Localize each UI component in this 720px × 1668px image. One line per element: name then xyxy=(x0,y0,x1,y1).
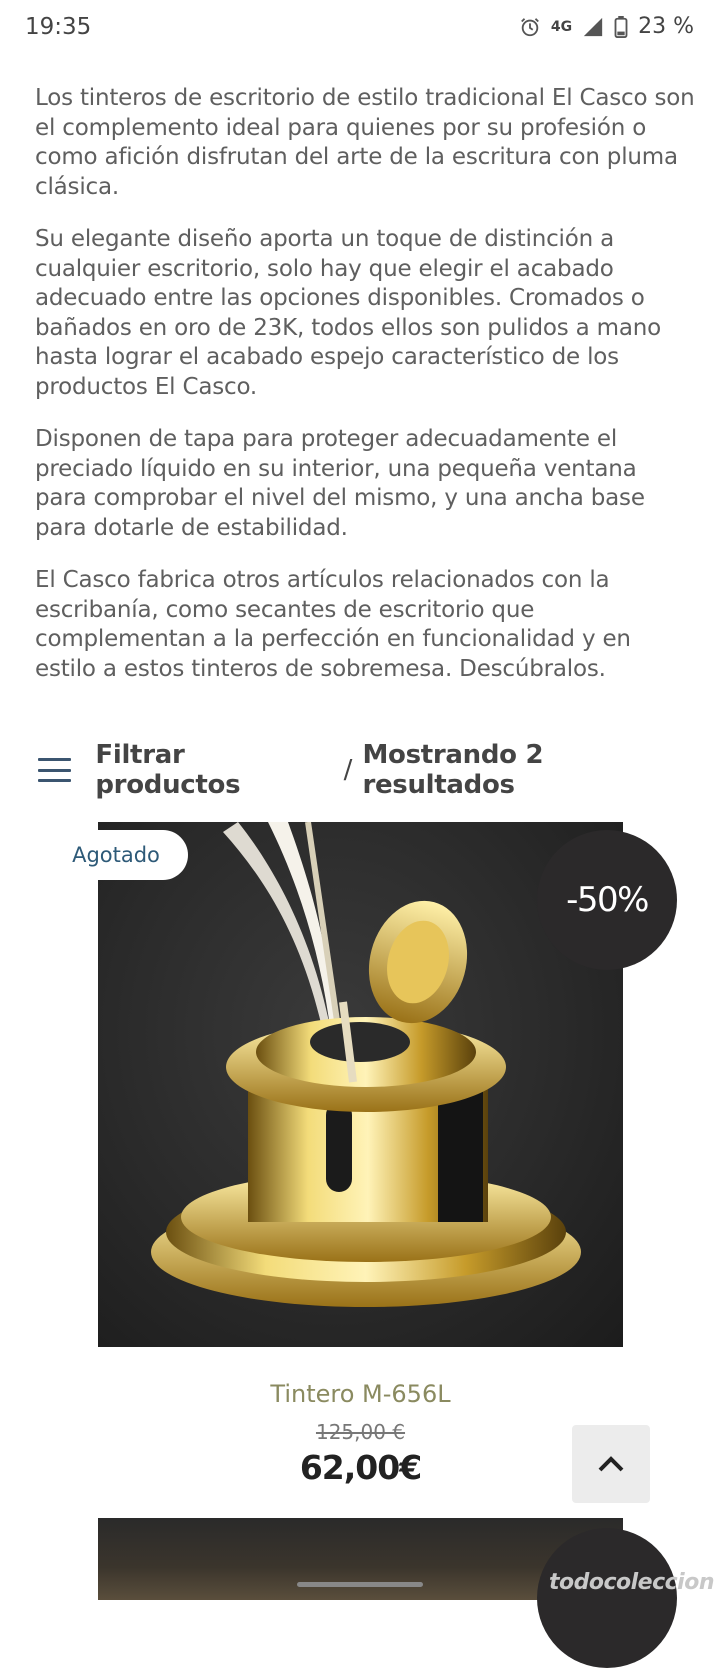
signal-icon xyxy=(583,17,603,36)
home-indicator[interactable] xyxy=(297,1582,423,1587)
old-price: 125,00 € xyxy=(315,1420,406,1444)
menu-icon[interactable] xyxy=(38,758,72,782)
battery-level: 23 % xyxy=(638,14,694,39)
current-price: 62,00€ xyxy=(299,1448,422,1487)
description-paragraph: Su elegante diseño aporta un toque de di… xyxy=(35,226,661,400)
filter-products-link[interactable]: Filtrar productos xyxy=(95,740,333,800)
filter-separator: / xyxy=(343,755,353,785)
description-paragraph: El Casco fabrica otros artículos relacio… xyxy=(35,567,631,682)
discount-badge: -50% xyxy=(537,830,677,970)
watermark-logo: todocoleccion xyxy=(548,1570,715,1595)
product-category-description: Los tinteros de escritorio de estilo tra… xyxy=(35,84,695,707)
sold-out-badge: Agotado xyxy=(44,830,188,880)
status-bar: 19:35 4G 23 % xyxy=(0,0,720,58)
product-name-link[interactable]: Tintero M-656L xyxy=(98,1380,623,1408)
filter-bar: Filtrar productos / Mostrando 2 resultad… xyxy=(38,740,698,800)
battery-icon xyxy=(614,15,628,38)
scroll-to-top-button[interactable] xyxy=(572,1425,650,1503)
description-paragraph: Disponen de tapa para proteger adecuadam… xyxy=(35,426,645,541)
chevron-up-icon xyxy=(598,1456,624,1472)
status-icons: 4G 23 % xyxy=(519,14,694,39)
discount-badge xyxy=(537,1528,677,1668)
status-time: 19:35 xyxy=(25,14,92,40)
results-count: Mostrando 2 resultados xyxy=(362,740,544,800)
description-paragraph: Los tinteros de escritorio de estilo tra… xyxy=(35,85,695,200)
alarm-icon xyxy=(520,17,539,36)
network-type: 4G xyxy=(550,18,573,35)
